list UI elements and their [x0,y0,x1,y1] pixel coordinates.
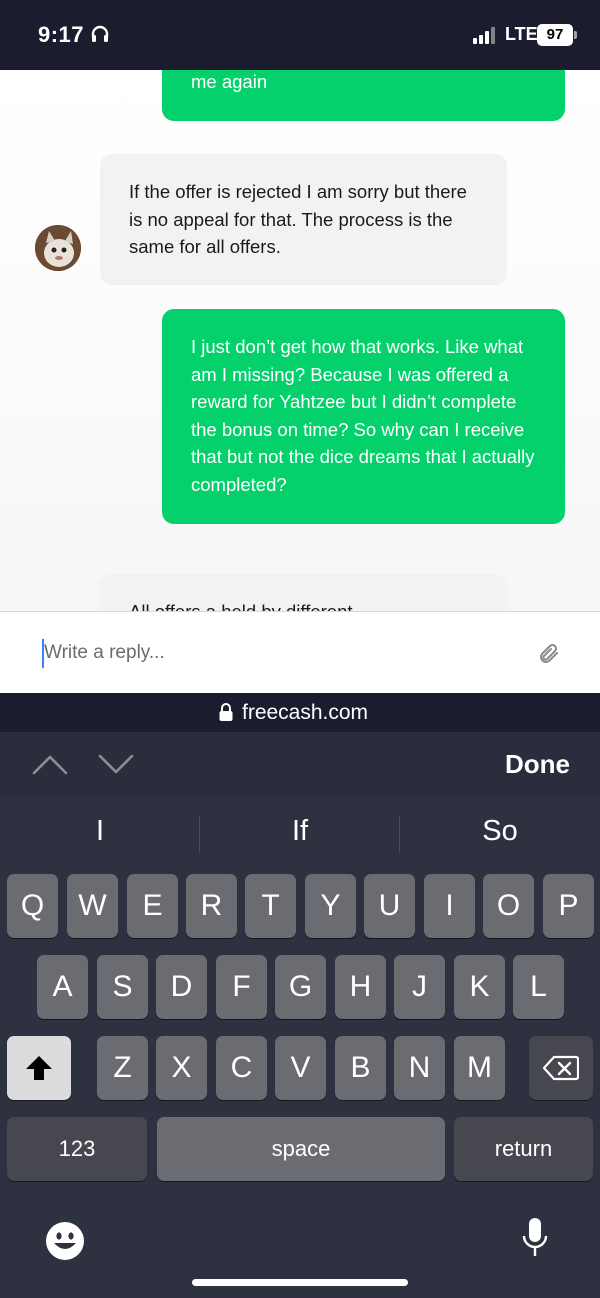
url-text: freecash.com [242,701,369,724]
browser-address-bar[interactable]: freecash.com [0,693,600,733]
prediction-3[interactable]: So [400,815,600,848]
key-i[interactable]: I [424,874,475,938]
key-e[interactable]: E [127,874,178,938]
key-z[interactable]: Z [97,1036,148,1100]
battery-indicator: 97 [537,24,573,46]
chat-thread[interactable]: offer ticket again and you guys rejected… [0,70,600,611]
chevron-down-icon[interactable] [97,751,135,777]
key-s[interactable]: S [97,955,148,1019]
key-g[interactable]: G [275,955,326,1019]
key-x[interactable]: X [156,1036,207,1100]
agent-avatar [35,225,81,271]
key-a[interactable]: A [37,955,88,1019]
space-key[interactable]: space [157,1117,445,1181]
cellular-signal-icon [473,26,497,44]
home-indicator [192,1279,408,1286]
keyboard: I If So Q W E R T Y U I O P A S D F G H … [0,797,600,1298]
message-bubble-user: offer ticket again and you guys rejected… [162,70,565,121]
lock-icon [219,703,233,721]
emoji-icon[interactable] [45,1221,85,1261]
status-time: 9:17 [38,22,85,47]
prediction-1[interactable]: I [0,815,200,848]
message-bubble-agent: All offers a held by different [100,574,507,611]
delete-key[interactable] [529,1036,593,1100]
key-k[interactable]: K [454,955,505,1019]
key-m[interactable]: M [454,1036,505,1100]
key-n[interactable]: N [394,1036,445,1100]
microphone-icon[interactable] [520,1216,550,1260]
key-u[interactable]: U [364,874,415,938]
message-bubble-agent: If the offer is rejected I am sorry but … [100,154,507,285]
battery-nub [574,31,577,39]
key-q[interactable]: Q [7,874,58,938]
key-r[interactable]: R [186,874,237,938]
key-l[interactable]: L [513,955,564,1019]
message-bubble-user: I just don’t get how that works. Like wh… [162,309,565,524]
key-o[interactable]: O [483,874,534,938]
key-p[interactable]: P [543,874,594,938]
network-type: LTE [505,24,538,44]
headphones-icon [91,25,109,42]
key-b[interactable]: B [335,1036,386,1100]
key-t[interactable]: T [245,874,296,938]
key-w[interactable]: W [67,874,118,938]
backspace-icon [542,1055,580,1081]
reply-bar [0,611,600,693]
key-h[interactable]: H [335,955,386,1019]
key-f[interactable]: F [216,955,267,1019]
status-bar: 9:17 LTE 97 [0,0,600,70]
key-v[interactable]: V [275,1036,326,1100]
chevron-up-icon[interactable] [31,751,69,777]
shift-arrow-icon [26,1056,52,1080]
done-button[interactable]: Done [505,749,570,780]
form-accessory-toolbar: Done [0,733,600,797]
numbers-key[interactable]: 123 [7,1117,147,1181]
key-y[interactable]: Y [305,874,356,938]
prediction-2[interactable]: If [200,815,400,848]
reply-input[interactable] [44,636,504,670]
shift-key[interactable] [7,1036,71,1100]
key-j[interactable]: J [394,955,445,1019]
return-key[interactable]: return [454,1117,593,1181]
paperclip-icon[interactable] [537,642,561,666]
key-c[interactable]: C [216,1036,267,1100]
key-d[interactable]: D [156,955,207,1019]
